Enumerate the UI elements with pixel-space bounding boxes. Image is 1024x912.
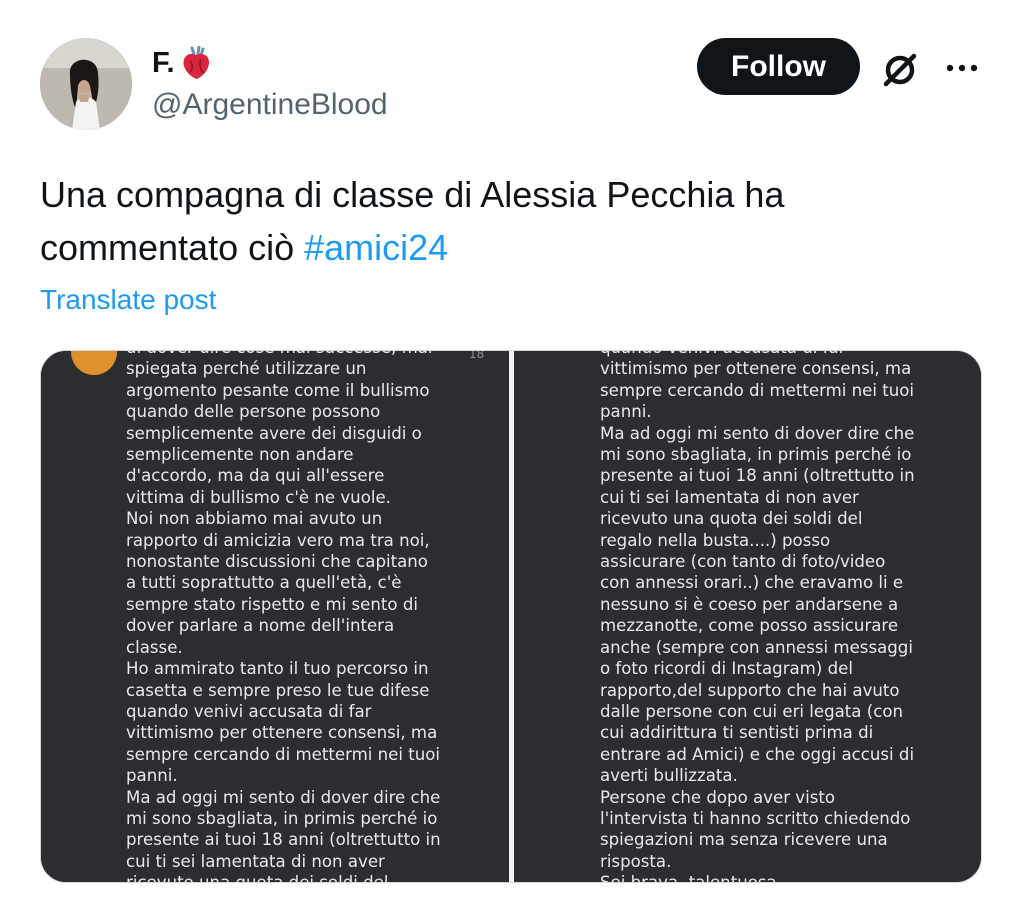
display-name[interactable]: F. [152, 46, 211, 80]
display-name-text: F. [152, 46, 175, 79]
screenshot-right[interactable]: quando venivi accusata di far vittimismo… [514, 351, 981, 883]
profile-avatar-dot [71, 351, 117, 375]
avatar[interactable] [40, 38, 132, 130]
translate-post-link[interactable]: Translate post [40, 284, 216, 316]
user-handle[interactable]: @ArgentineBlood [152, 88, 388, 122]
screenshot-right-text: quando venivi accusata di far vittimismo… [600, 351, 915, 883]
screenshot-left[interactable]: 18 di dover dire cose mai successe, mai … [41, 351, 509, 883]
comment-number: 18 [469, 351, 485, 361]
grok-icon[interactable] [880, 50, 920, 90]
post-text: Una compagna di classe di Alessia Pecchi… [40, 168, 980, 274]
post-header: F. @ArgentineBlood Follow [0, 0, 1024, 150]
avatar-photo [40, 38, 132, 130]
more-icon[interactable] [942, 58, 982, 78]
hashtag-link[interactable]: #amici24 [304, 227, 448, 268]
screenshot-left-text: di dover dire cose mai successe, mai spi… [126, 351, 441, 883]
anatomical-heart-icon [183, 46, 209, 79]
post-media[interactable]: 18 di dover dire cose mai successe, mai … [40, 350, 982, 883]
follow-button[interactable]: Follow [697, 38, 860, 95]
